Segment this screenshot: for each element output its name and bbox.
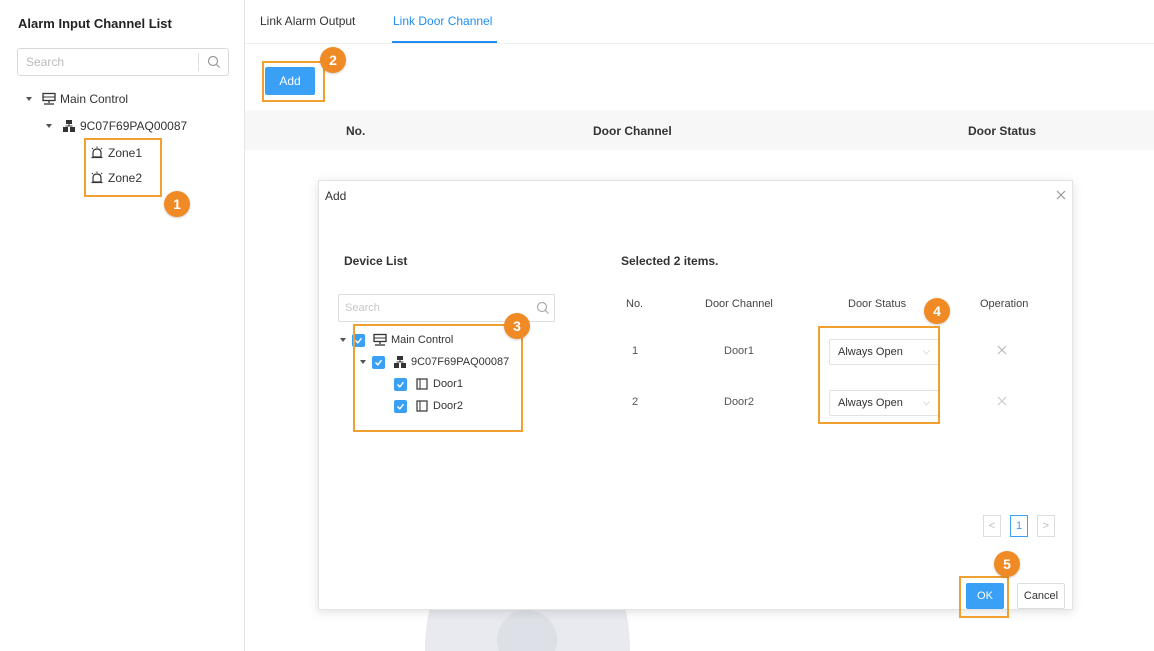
close-icon[interactable] — [1054, 188, 1068, 202]
step-highlight-door-status — [818, 326, 940, 424]
delete-icon[interactable] — [997, 396, 1007, 406]
step-highlight-device-tree — [353, 324, 523, 432]
column-header-door-status: Door Status — [968, 124, 1037, 138]
search-input[interactable] — [18, 49, 188, 75]
selected-col-operation: Operation — [980, 298, 1029, 310]
search-divider — [198, 53, 199, 71]
selected-count-label: Selected 2 items. — [621, 254, 719, 268]
selected-col-no: No. — [626, 298, 644, 310]
network-device-icon — [63, 120, 75, 132]
tab-bar — [245, 0, 1154, 44]
column-header-no: No. — [346, 124, 366, 138]
tab-link-door-channel[interactable]: Link Door Channel — [393, 14, 492, 28]
delete-icon[interactable] — [997, 345, 1007, 355]
step-badge-5: 5 — [994, 551, 1020, 577]
step-badge-3: 3 — [504, 313, 530, 339]
selected-col-door-status: Door Status — [848, 298, 907, 310]
tree-item-label: 9C07F69PAQ00087 — [80, 119, 188, 133]
step-badge-4: 4 — [924, 298, 950, 324]
search-icon[interactable] — [535, 300, 551, 316]
search-box[interactable] — [17, 48, 229, 76]
column-header-door-channel: Door Channel — [593, 124, 672, 138]
dialog-search-input[interactable] — [339, 295, 524, 321]
search-icon[interactable] — [206, 54, 222, 70]
tree-item-device[interactable]: 9C07F69PAQ00087 — [44, 119, 187, 133]
tree-item-main-control[interactable]: Main Control — [24, 92, 128, 106]
pagination-next[interactable]: > — [1037, 515, 1055, 537]
selected-col-door-channel: Door Channel — [705, 298, 773, 310]
caret-down-icon[interactable] — [44, 121, 54, 131]
step-highlight-zones — [84, 138, 162, 197]
step-badge-1: 1 — [164, 191, 190, 217]
row-no: 1 — [632, 345, 639, 357]
caret-down-icon[interactable] — [338, 335, 348, 345]
row-no: 2 — [632, 396, 639, 408]
step-highlight-ok — [959, 576, 1009, 618]
step-badge-2: 2 — [320, 47, 346, 73]
caret-down-icon[interactable] — [24, 94, 34, 104]
tree-item-label: Main Control — [60, 92, 129, 106]
sidebar-title: Alarm Input Channel List — [18, 16, 172, 31]
cancel-button[interactable]: Cancel — [1017, 583, 1065, 609]
dialog-title: Add — [325, 189, 347, 203]
active-tab-indicator — [392, 41, 497, 43]
row-door-channel: Door1 — [724, 345, 754, 357]
row-door-channel: Door2 — [724, 396, 754, 408]
tab-link-alarm-output[interactable]: Link Alarm Output — [260, 14, 355, 28]
pagination-page-current[interactable]: 1 — [1010, 515, 1028, 537]
pagination-prev[interactable]: < — [983, 515, 1001, 537]
device-list-label: Device List — [344, 254, 408, 268]
step-highlight-add — [262, 61, 325, 102]
controller-icon — [42, 92, 56, 105]
